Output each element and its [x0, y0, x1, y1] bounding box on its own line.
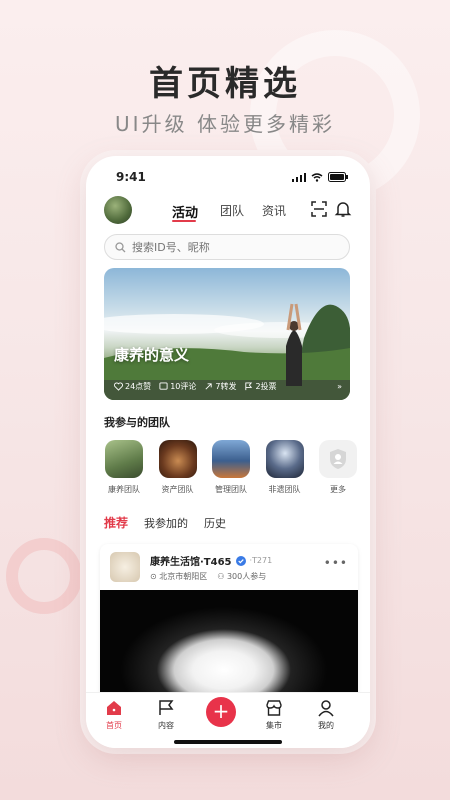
- card-location-text: 北京市朝阳区: [159, 572, 208, 581]
- card-participants-text: 300人参与: [226, 572, 267, 581]
- team-label: 更多: [330, 485, 346, 494]
- search-input[interactable]: [132, 240, 332, 254]
- bottom-nav: 首页 内容 + 集市 我的: [86, 692, 370, 748]
- team-label: 康养团队: [108, 485, 140, 494]
- teams-row: 康养团队 资产团队 管理团队 非遗团队 更多: [100, 440, 362, 495]
- team-item-more[interactable]: 更多: [314, 440, 362, 495]
- team-health-image: [105, 440, 143, 478]
- location-icon: ⊙: [150, 572, 157, 581]
- tab-news[interactable]: 资讯: [262, 202, 286, 219]
- tab-history[interactable]: 历史: [204, 515, 226, 531]
- bell-icon[interactable]: [334, 200, 352, 218]
- team-item-assets[interactable]: 资产团队: [154, 440, 202, 495]
- nav-label-home: 首页: [106, 721, 122, 730]
- team-item-heritage[interactable]: 非遗团队: [261, 440, 309, 495]
- nav-label-content: 内容: [158, 721, 174, 730]
- flag-icon: [245, 382, 253, 391]
- promo-title: 首页精选: [149, 64, 301, 104]
- share-count: 7转发: [215, 382, 237, 391]
- user-avatar[interactable]: [104, 196, 132, 224]
- vote-stat[interactable]: 2投票: [244, 381, 277, 392]
- nav-label-market: 集市: [266, 721, 282, 730]
- tab-recommended[interactable]: 推荐: [104, 514, 128, 531]
- tab-activity[interactable]: 活动: [172, 202, 198, 221]
- team-management-image: [212, 440, 250, 478]
- home-icon: [107, 701, 121, 715]
- like-stat[interactable]: 24点赞: [114, 381, 151, 392]
- team-label: 资产团队: [161, 485, 194, 494]
- banner-title: 康养的意义: [114, 346, 190, 364]
- like-count: 24点赞: [125, 382, 152, 391]
- card-name-row: 康养生活馆·T465 ·T271: [150, 553, 272, 568]
- team-item-management[interactable]: 管理团队: [207, 440, 255, 495]
- nav-content[interactable]: 内容: [146, 699, 186, 731]
- flag-content-icon: [159, 700, 174, 715]
- teams-section-title: 我参与的团队: [104, 416, 170, 429]
- team-assets-image: [158, 440, 197, 478]
- share-icon: [205, 383, 213, 390]
- comment-stat[interactable]: 10评论: [159, 381, 196, 392]
- home-indicator: [174, 740, 282, 744]
- verified-icon: [235, 555, 246, 566]
- top-bar: 活动 团队 资讯: [86, 196, 370, 230]
- store-icon: [266, 700, 282, 716]
- card-participants: ⚇ 300人参与: [217, 571, 266, 582]
- heart-icon: [114, 382, 123, 391]
- comment-icon: [159, 382, 168, 390]
- status-time: 9:41: [116, 170, 146, 184]
- nav-label-profile: 我的: [318, 721, 334, 730]
- share-stat[interactable]: 7转发: [204, 381, 236, 392]
- battery-icon: [328, 172, 348, 182]
- team-item-health[interactable]: 康养团队: [100, 440, 148, 495]
- signal-icon: [292, 172, 306, 182]
- tab-team[interactable]: 团队: [220, 202, 244, 219]
- more-options-icon[interactable]: •••: [324, 556, 348, 570]
- banner-next-icon[interactable]: »: [337, 382, 342, 391]
- wifi-icon: [311, 172, 323, 182]
- comment-count: 10评论: [170, 382, 197, 391]
- nav-profile[interactable]: 我的: [306, 699, 346, 731]
- tab-active-underline: [172, 220, 196, 222]
- card-name: 康养生活馆·T465: [150, 557, 232, 568]
- banner-stats: 24点赞 10评论 7转发 2投票 »: [114, 381, 342, 392]
- feed-tabs: 推荐 我参加的 历史: [104, 514, 226, 531]
- card-tag: ·T271: [249, 556, 273, 565]
- promo-subtitle: UI升级 体验更多精彩: [115, 112, 335, 136]
- phone-frame: 9:41 活动 团队 资讯 搜索ID号、昵称 康养的意义 24点赞 10评论 7…: [86, 156, 370, 748]
- nav-home[interactable]: 首页: [94, 699, 134, 731]
- people-icon: ⚇: [217, 572, 225, 581]
- shield-user-icon: [330, 449, 346, 469]
- tab-joined[interactable]: 我参加的: [144, 515, 188, 531]
- search-bar[interactable]: [104, 234, 350, 260]
- team-more-image: [319, 440, 357, 478]
- decorative-ring-left: [6, 538, 82, 614]
- card-meta: ⊙ 北京市朝阳区 ⚇ 300人参与: [150, 571, 266, 582]
- search-icon: [115, 241, 126, 252]
- featured-banner[interactable]: 康养的意义 24点赞 10评论 7转发 2投票 »: [104, 268, 350, 400]
- activity-card[interactable]: 康养生活馆·T465 ·T271 ⊙ 北京市朝阳区 ⚇ 300人参与 •••: [100, 544, 358, 704]
- vote-count: 2投票: [255, 382, 277, 391]
- scan-icon[interactable]: [310, 200, 328, 218]
- nav-market[interactable]: 集市: [254, 699, 294, 731]
- team-label: 管理团队: [215, 485, 247, 494]
- card-image: [100, 590, 358, 704]
- team-heritage-image: [265, 440, 304, 478]
- status-icons: [292, 172, 348, 182]
- create-button[interactable]: +: [206, 697, 236, 727]
- user-icon: [318, 700, 334, 717]
- team-label: 非遗团队: [268, 485, 301, 494]
- card-location: ⊙ 北京市朝阳区: [150, 571, 207, 582]
- card-avatar: [110, 552, 140, 582]
